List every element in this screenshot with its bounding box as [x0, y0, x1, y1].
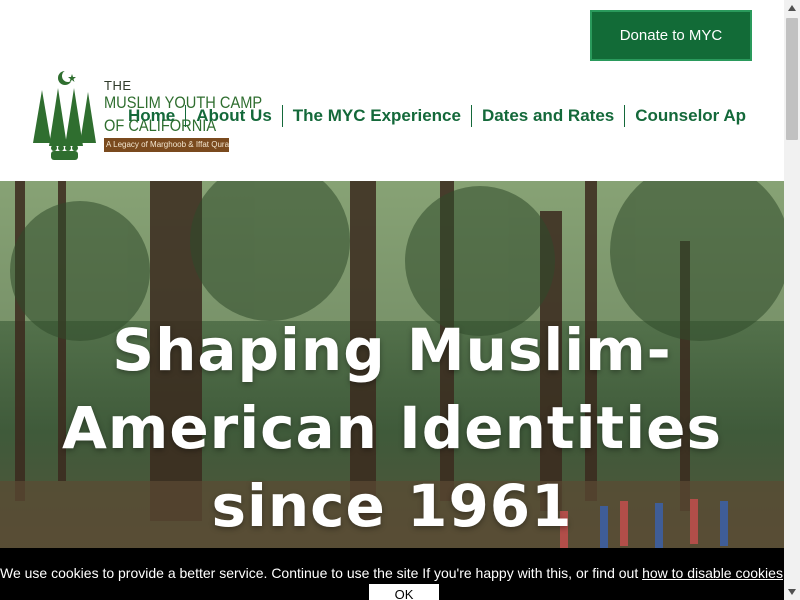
- hero-headline-line3: since 1961: [211, 472, 573, 540]
- main-nav: Home About Us The MYC Experience Dates a…: [125, 104, 756, 128]
- cookie-text: We use cookies to provide a better servi…: [0, 565, 643, 581]
- cookie-ok-button[interactable]: OK: [369, 584, 439, 600]
- scroll-up-arrow-icon[interactable]: [784, 0, 800, 16]
- donate-button[interactable]: Donate to MYC: [590, 10, 752, 61]
- nav-dates-and-rates[interactable]: Dates and Rates: [470, 105, 624, 127]
- disable-cookies-link[interactable]: how to disable cookies: [642, 565, 783, 581]
- cookie-banner: We use cookies to provide a better servi…: [0, 548, 787, 600]
- hero-headline-line2: American Identities: [62, 394, 722, 462]
- pine-trees-logo-icon: [33, 70, 96, 160]
- nav-counselor-application[interactable]: Counselor Ap: [624, 105, 756, 127]
- nav-myc-experience[interactable]: The MYC Experience: [281, 105, 471, 127]
- logo-tagline: A Legacy of Marghoob & Iffat Quraishi: [104, 138, 229, 152]
- hero-headline-line1: Shaping Muslim-: [112, 316, 672, 384]
- cookie-message: We use cookies to provide a better servi…: [0, 565, 787, 581]
- hero-headline: Shaping Muslim- American Identities sinc…: [0, 311, 784, 545]
- hero-banner: Shaping Muslim- American Identities sinc…: [0, 181, 784, 600]
- nav-home[interactable]: Home: [125, 105, 185, 127]
- nav-about-us[interactable]: About Us: [185, 105, 282, 127]
- logo-the: THE: [104, 78, 132, 93]
- page-scrollbar[interactable]: [784, 0, 800, 600]
- scroll-thumb[interactable]: [786, 18, 798, 140]
- scroll-down-arrow-icon[interactable]: [784, 584, 800, 600]
- site-header: Donate to MYC THE MUSLIM YOUTH CAMP OF C…: [0, 0, 784, 181]
